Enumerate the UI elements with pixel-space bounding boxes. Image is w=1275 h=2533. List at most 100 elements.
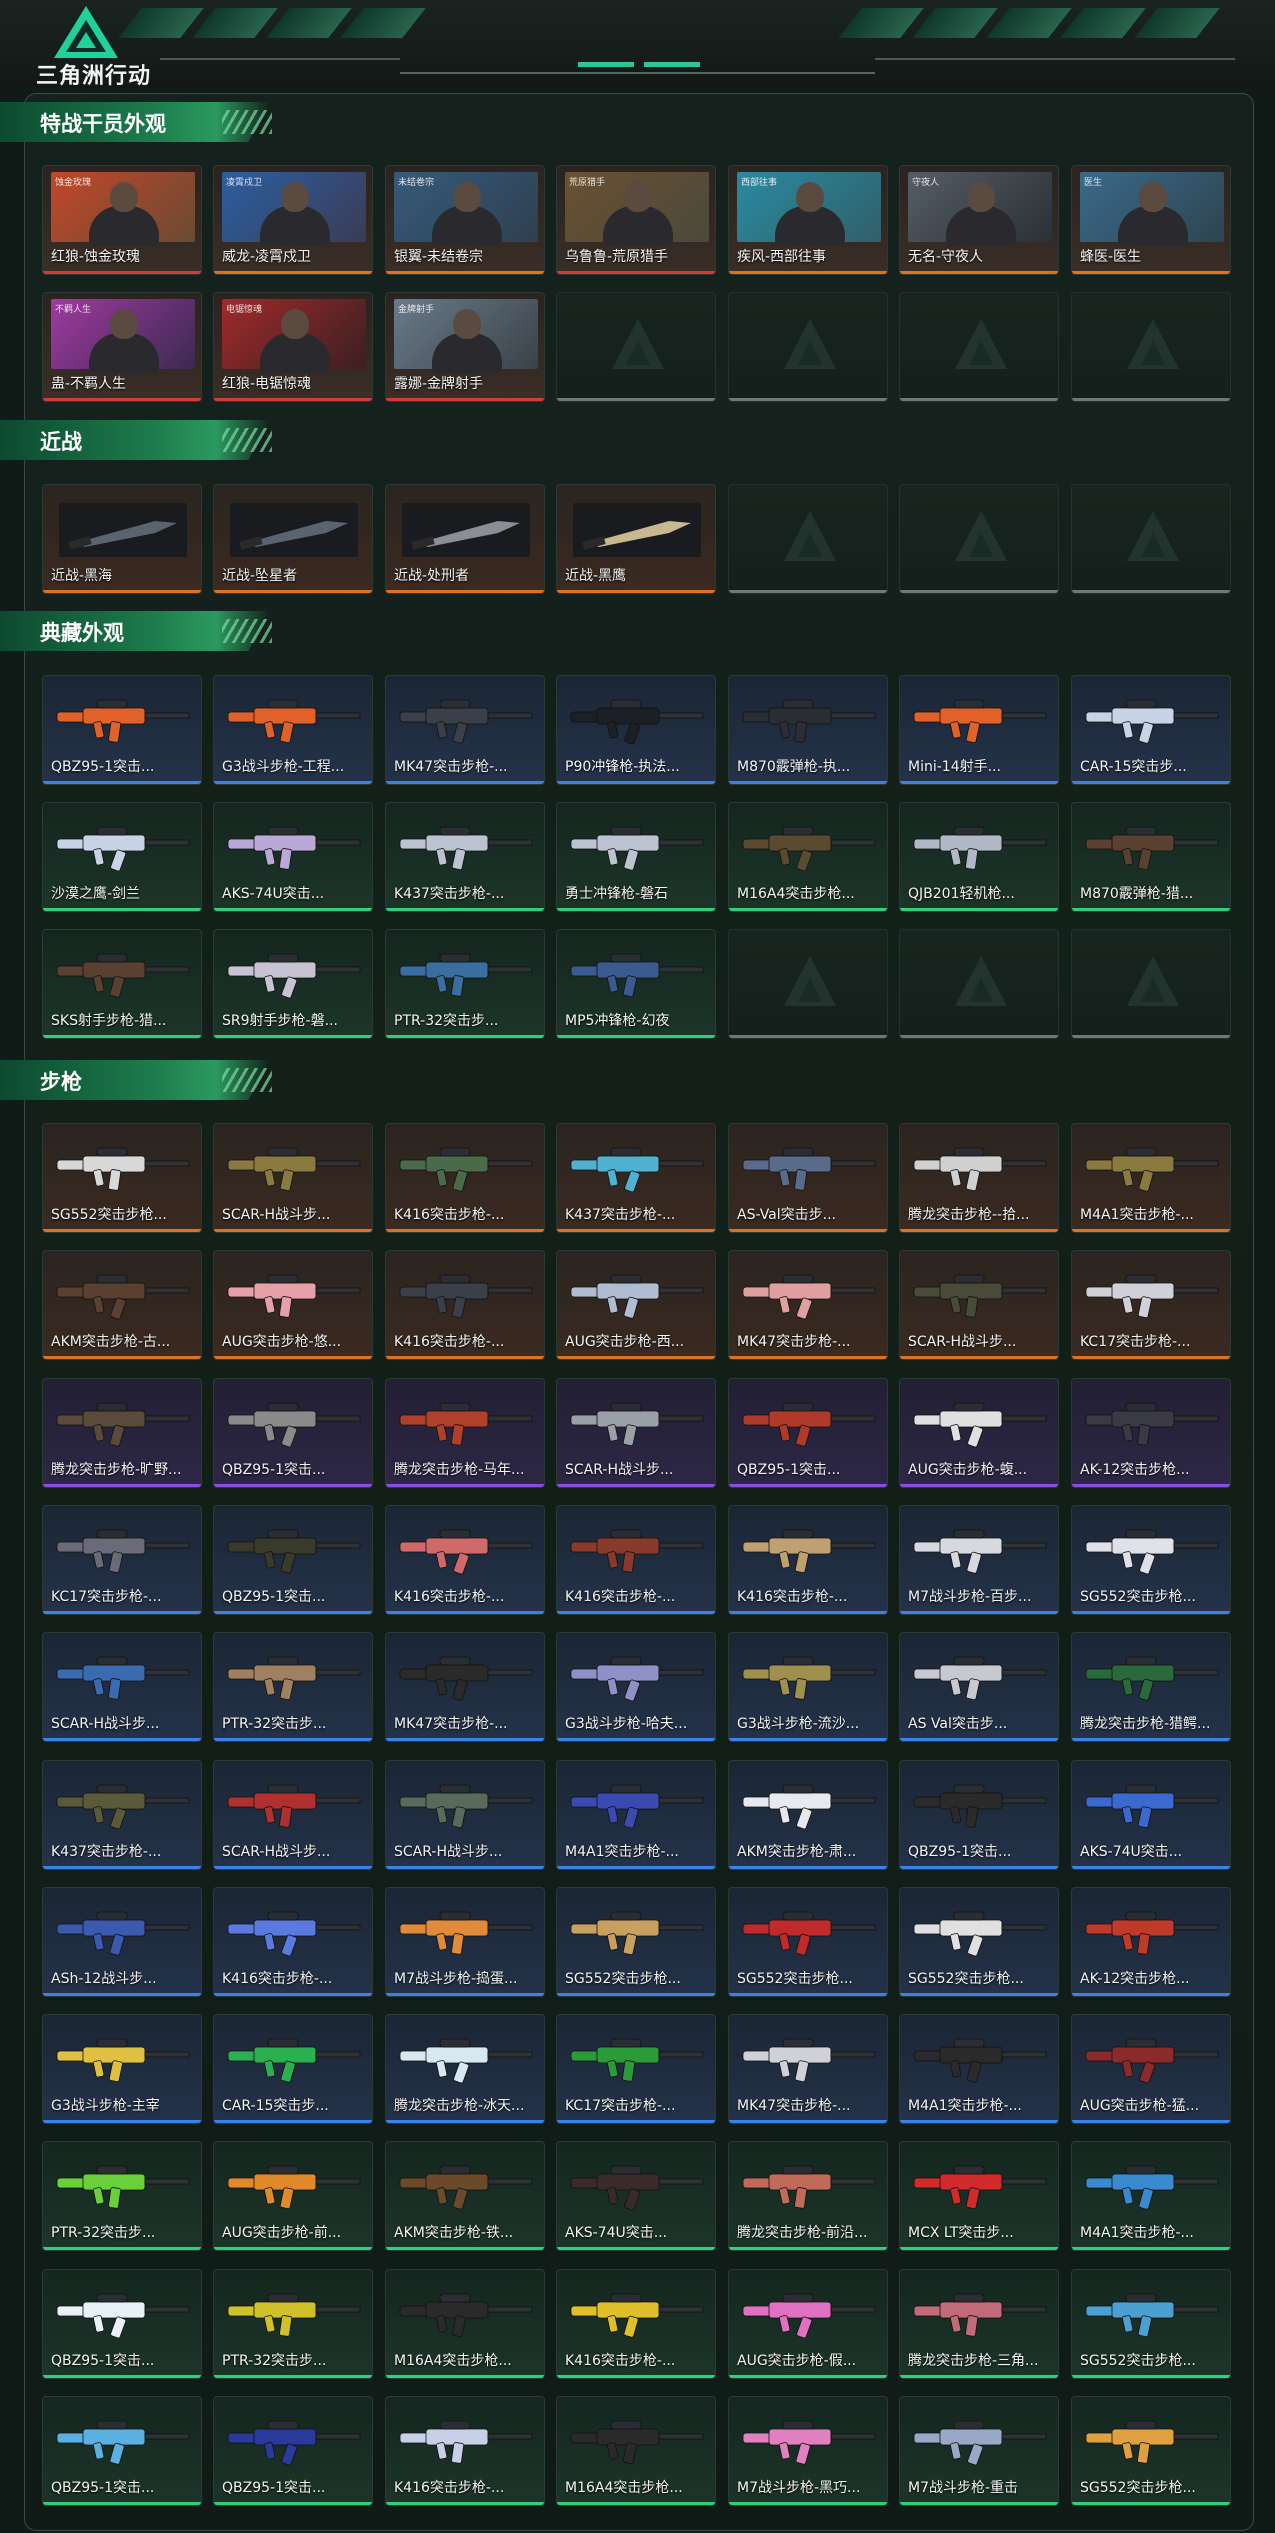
rifle-skin-card[interactable]: K416突击步枪-... (385, 2396, 545, 2506)
collection-skin-card[interactable]: P90冲锋枪-执法... (556, 675, 716, 785)
collection-skin-card[interactable]: MP5冲锋枪-幻夜 (556, 929, 716, 1039)
operator-skin-card[interactable]: 电锯惊魂 红狼-电锯惊魂 (213, 292, 373, 402)
rifle-skin-card[interactable]: M4A1突击步枪-... (1071, 1123, 1231, 1233)
rifle-skin-card[interactable]: M7战斗步枪-捣蛋... (385, 1887, 545, 1997)
rifle-skin-card[interactable]: AKM突击步枪-肃... (728, 1760, 888, 1870)
operator-skin-card[interactable]: 守夜人 无名-守夜人 (899, 165, 1059, 275)
rifle-skin-card[interactable]: QBZ95-1突击... (42, 2269, 202, 2379)
rifle-skin-card[interactable]: MCX LT突击步... (899, 2141, 1059, 2251)
rifle-skin-card[interactable]: SCAR-H战斗步... (385, 1760, 545, 1870)
rifle-skin-card[interactable]: SCAR-H战斗步... (899, 1250, 1059, 1360)
rifle-skin-card[interactable]: MK47突击步枪-... (728, 2014, 888, 2124)
rifle-skin-card[interactable]: K416突击步枪-... (385, 1505, 545, 1615)
collection-skin-card[interactable]: QJB201轻机枪... (899, 802, 1059, 912)
rifle-skin-card[interactable]: G3战斗步枪-流沙... (728, 1632, 888, 1742)
rifle-skin-card[interactable]: 腾龙突击步枪-猎鳄... (1071, 1632, 1231, 1742)
rifle-skin-card[interactable]: AKM突击步枪-铁... (385, 2141, 545, 2251)
rifle-skin-card[interactable]: SCAR-H战斗步... (213, 1123, 373, 1233)
rifle-skin-card[interactable]: QBZ95-1突击... (213, 2396, 373, 2506)
rifle-skin-card[interactable]: AUG突击步枪-悠... (213, 1250, 373, 1360)
rifle-skin-card[interactable]: AS Val突击步... (899, 1632, 1059, 1742)
rifle-skin-card[interactable]: KC17突击步枪-... (556, 2014, 716, 2124)
operator-skin-card[interactable]: 荒原猎手 乌鲁鲁-荒原猎手 (556, 165, 716, 275)
rifle-skin-card[interactable]: AK-12突击步枪... (1071, 1887, 1231, 1997)
rifle-skin-card[interactable]: M7战斗步枪-百步... (899, 1505, 1059, 1615)
operator-skin-card[interactable]: 西部往事 疾风-西部往事 (728, 165, 888, 275)
rifle-skin-card[interactable]: KC17突击步枪-... (1071, 1250, 1231, 1360)
rifle-skin-card[interactable]: SG552突击步枪... (1071, 1505, 1231, 1615)
melee-skin-card[interactable]: 近战-处刑者 (385, 484, 545, 594)
rifle-skin-card[interactable]: K416突击步枪-... (385, 1123, 545, 1233)
rifle-skin-card[interactable]: K416突击步枪-... (556, 1505, 716, 1615)
collection-skin-card[interactable]: K437突击步枪-... (385, 802, 545, 912)
rifle-skin-card[interactable]: M7战斗步枪-重击 (899, 2396, 1059, 2506)
rifle-skin-card[interactable]: 腾龙突击步枪--拾... (899, 1123, 1059, 1233)
collection-skin-card[interactable]: M870霰弹枪-猎... (1071, 802, 1231, 912)
rifle-skin-card[interactable]: AKS-74U突击... (1071, 1760, 1231, 1870)
rifle-skin-card[interactable]: QBZ95-1突击... (213, 1378, 373, 1488)
rifle-skin-card[interactable]: AS-Val突击步... (728, 1123, 888, 1233)
rifle-skin-card[interactable]: AKM突击步枪-古... (42, 1250, 202, 1360)
collection-skin-card[interactable]: QBZ95-1突击... (42, 675, 202, 785)
rifle-skin-card[interactable]: 腾龙突击步枪-冰天... (385, 2014, 545, 2124)
rifle-skin-card[interactable]: AUG突击步枪-前... (213, 2141, 373, 2251)
rifle-skin-card[interactable]: AUG突击步枪-假... (728, 2269, 888, 2379)
rifle-skin-card[interactable]: K416突击步枪-... (385, 1250, 545, 1360)
rifle-skin-card[interactable]: PTR-32突击步... (213, 1632, 373, 1742)
rifle-skin-card[interactable]: CAR-15突击步... (213, 2014, 373, 2124)
rifle-skin-card[interactable]: MK47突击步枪-... (728, 1250, 888, 1360)
rifle-skin-card[interactable]: K437突击步枪-... (556, 1123, 716, 1233)
rifle-skin-card[interactable]: SG552突击步枪... (899, 1887, 1059, 1997)
rifle-skin-card[interactable]: AUG突击步枪-蝮... (899, 1378, 1059, 1488)
operator-skin-card[interactable]: 医生 蜂医-医生 (1071, 165, 1231, 275)
rifle-skin-card[interactable]: M4A1突击步枪-... (1071, 2141, 1231, 2251)
operator-skin-card[interactable]: 凌霄戍卫 威龙-凌霄戍卫 (213, 165, 373, 275)
rifle-skin-card[interactable]: M16A4突击步枪... (556, 2396, 716, 2506)
rifle-skin-card[interactable]: AUG突击步枪-西... (556, 1250, 716, 1360)
rifle-skin-card[interactable]: AKS-74U突击... (556, 2141, 716, 2251)
collection-skin-card[interactable]: Mini-14射手... (899, 675, 1059, 785)
rifle-skin-card[interactable]: 腾龙突击步枪-前沿... (728, 2141, 888, 2251)
melee-skin-card[interactable]: 近战-黑鹰 (556, 484, 716, 594)
rifle-skin-card[interactable]: M4A1突击步枪-... (899, 2014, 1059, 2124)
rifle-skin-card[interactable]: G3战斗步枪-哈夫... (556, 1632, 716, 1742)
rifle-skin-card[interactable]: SG552突击步枪... (1071, 2396, 1231, 2506)
rifle-skin-card[interactable]: AUG突击步枪-猛... (1071, 2014, 1231, 2124)
rifle-skin-card[interactable]: K416突击步枪-... (213, 1887, 373, 1997)
rifle-skin-card[interactable]: SG552突击步枪... (1071, 2269, 1231, 2379)
rifle-skin-card[interactable]: M16A4突击步枪... (385, 2269, 545, 2379)
rifle-skin-card[interactable]: KC17突击步枪-... (42, 1505, 202, 1615)
rifle-skin-card[interactable]: G3战斗步枪-主宰 (42, 2014, 202, 2124)
operator-skin-card[interactable]: 未结卷宗 银翼-未结卷宗 (385, 165, 545, 275)
collection-skin-card[interactable]: 沙漠之鹰-剑兰 (42, 802, 202, 912)
rifle-skin-card[interactable]: QBZ95-1突击... (42, 2396, 202, 2506)
rifle-skin-card[interactable]: SG552突击步枪... (556, 1887, 716, 1997)
collection-skin-card[interactable]: CAR-15突击步... (1071, 675, 1231, 785)
collection-skin-card[interactable]: SKS射手步枪-猎... (42, 929, 202, 1039)
collection-skin-card[interactable]: MK47突击步枪-... (385, 675, 545, 785)
melee-skin-card[interactable]: 近战-坠星者 (213, 484, 373, 594)
rifle-skin-card[interactable]: SCAR-H战斗步... (556, 1378, 716, 1488)
operator-skin-card[interactable]: 金牌射手 露娜-金牌射手 (385, 292, 545, 402)
rifle-skin-card[interactable]: PTR-32突击步... (42, 2141, 202, 2251)
rifle-skin-card[interactable]: K437突击步枪-... (42, 1760, 202, 1870)
rifle-skin-card[interactable]: K416突击步枪-... (556, 2269, 716, 2379)
rifle-skin-card[interactable]: SG552突击步枪... (42, 1123, 202, 1233)
collection-skin-card[interactable]: PTR-32突击步... (385, 929, 545, 1039)
collection-skin-card[interactable]: G3战斗步枪-工程... (213, 675, 373, 785)
rifle-skin-card[interactable]: MK47突击步枪-... (385, 1632, 545, 1742)
rifle-skin-card[interactable]: ASh-12战斗步... (42, 1887, 202, 1997)
collection-skin-card[interactable]: 勇士冲锋枪-磐石 (556, 802, 716, 912)
rifle-skin-card[interactable]: M4A1突击步枪-... (556, 1760, 716, 1870)
rifle-skin-card[interactable]: SCAR-H战斗步... (42, 1632, 202, 1742)
rifle-skin-card[interactable]: 腾龙突击步枪-马年... (385, 1378, 545, 1488)
melee-skin-card[interactable]: 近战-黑海 (42, 484, 202, 594)
rifle-skin-card[interactable]: PTR-32突击步... (213, 2269, 373, 2379)
rifle-skin-card[interactable]: SCAR-H战斗步... (213, 1760, 373, 1870)
collection-skin-card[interactable]: M16A4突击步枪... (728, 802, 888, 912)
rifle-skin-card[interactable]: 腾龙突击步枪-三角... (899, 2269, 1059, 2379)
rifle-skin-card[interactable]: SG552突击步枪... (728, 1887, 888, 1997)
rifle-skin-card[interactable]: QBZ95-1突击... (728, 1378, 888, 1488)
collection-skin-card[interactable]: M870霰弹枪-执... (728, 675, 888, 785)
operator-skin-card[interactable]: 蚀金玫瑰 红狼-蚀金玫瑰 (42, 165, 202, 275)
